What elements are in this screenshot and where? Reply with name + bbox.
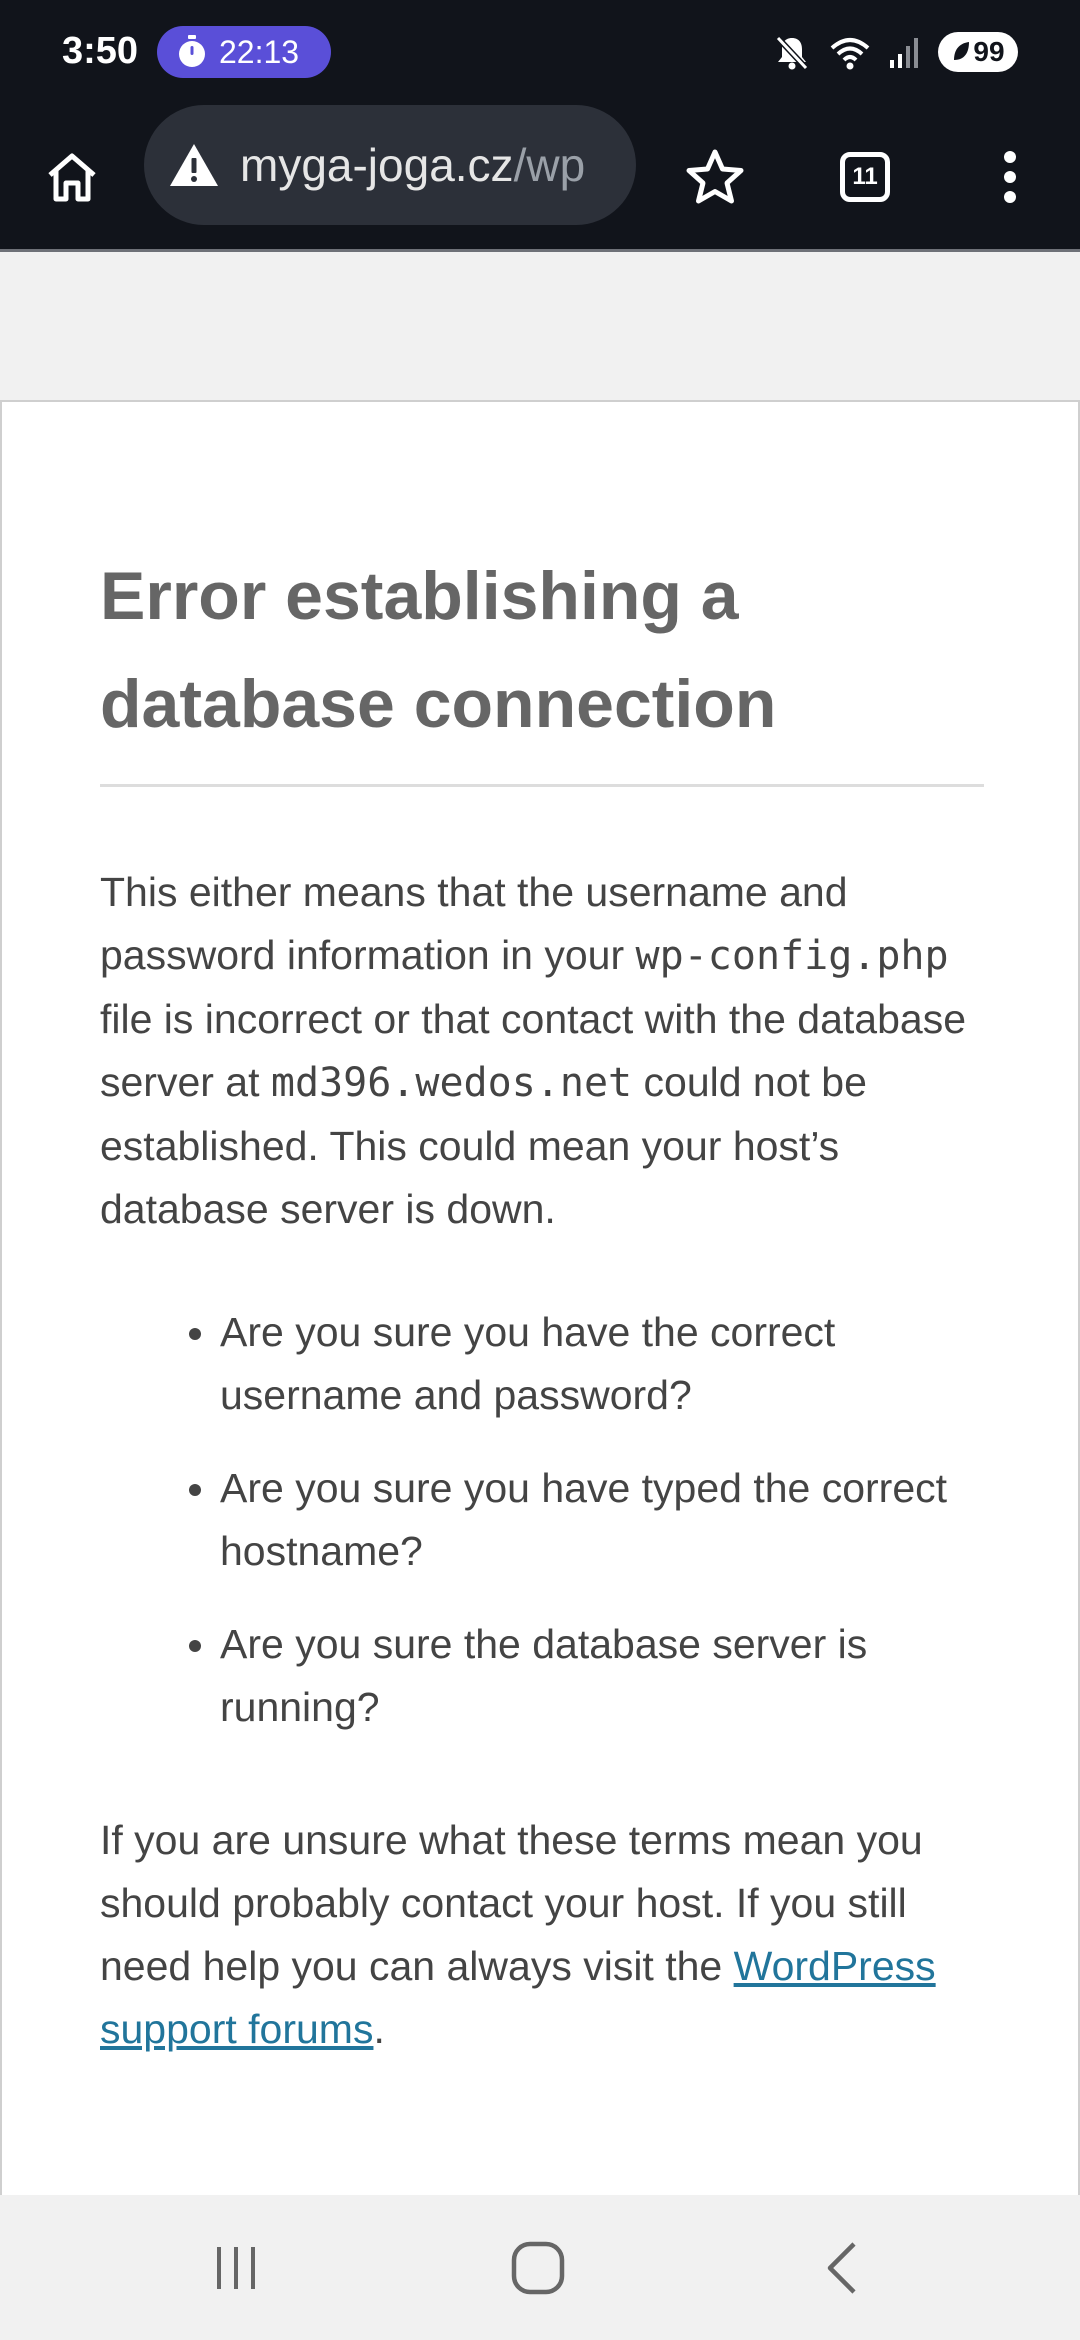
status-icons: 99	[756, 26, 1018, 78]
status-bar: 3:50 22:13 99	[0, 0, 1080, 105]
browser-menu-button[interactable]	[970, 105, 1050, 249]
url-text: myga-joga.cz/wp	[240, 138, 585, 192]
back-icon	[827, 2241, 856, 2294]
home-circle-icon	[511, 2241, 565, 2294]
battery-saver-icon	[954, 42, 970, 60]
error-card: Error establishing a database connection…	[0, 400, 1080, 2197]
status-time: 3:50	[62, 30, 139, 72]
bookmark-button[interactable]	[670, 105, 760, 249]
mute-icon	[775, 35, 809, 71]
timer-chip[interactable]: 22:13	[157, 26, 331, 78]
tabs-icon: 11	[840, 152, 890, 202]
battery-indicator: 99	[938, 32, 1018, 72]
list-item: Are you sure you have the correct userna…	[220, 1301, 984, 1427]
warning-icon[interactable]	[168, 142, 220, 188]
browser-toolbar: myga-joga.cz/wp 11	[0, 105, 1080, 249]
home-icon	[48, 153, 96, 202]
tab-count: 11	[852, 163, 878, 190]
battery-level: 99	[973, 36, 1005, 67]
nav-home-button[interactable]	[478, 2195, 598, 2340]
list-item: Are you sure the database server is runn…	[220, 1613, 984, 1739]
title-divider	[100, 784, 984, 787]
address-bar[interactable]: myga-joga.cz/wp	[144, 105, 636, 225]
recents-button[interactable]	[176, 2195, 296, 2340]
page-title: Error establishing a database connection	[100, 558, 777, 742]
more-vert-icon	[1004, 151, 1016, 203]
timer-value: 22:13	[219, 34, 300, 70]
url-path: /wp	[513, 139, 586, 191]
help-text: If you are unsure what these terms mean …	[100, 1809, 984, 2061]
error-content: Error establishing a database connection…	[100, 542, 984, 2061]
back-button[interactable]	[782, 2195, 902, 2340]
signal-icon	[890, 38, 918, 68]
error-description: This either means that the username and …	[100, 861, 984, 1241]
config-filename: wp-config.php	[635, 933, 949, 979]
wifi-icon	[830, 38, 870, 70]
troubleshooting-list: Are you sure you have the correct userna…	[100, 1301, 984, 1739]
help-text-suffix: .	[373, 2006, 385, 2052]
home-button[interactable]	[32, 105, 112, 249]
recents-icon	[217, 2246, 255, 2289]
database-host: md396.wedos.net	[270, 1060, 633, 1106]
system-nav-bar	[0, 2195, 1080, 2340]
star-icon	[686, 149, 744, 204]
url-domain: myga-joga.cz	[240, 139, 514, 191]
list-item: Are you sure you have typed the correct …	[220, 1457, 984, 1583]
tab-switcher-button[interactable]: 11	[820, 105, 910, 249]
stopwatch-icon	[179, 35, 205, 67]
